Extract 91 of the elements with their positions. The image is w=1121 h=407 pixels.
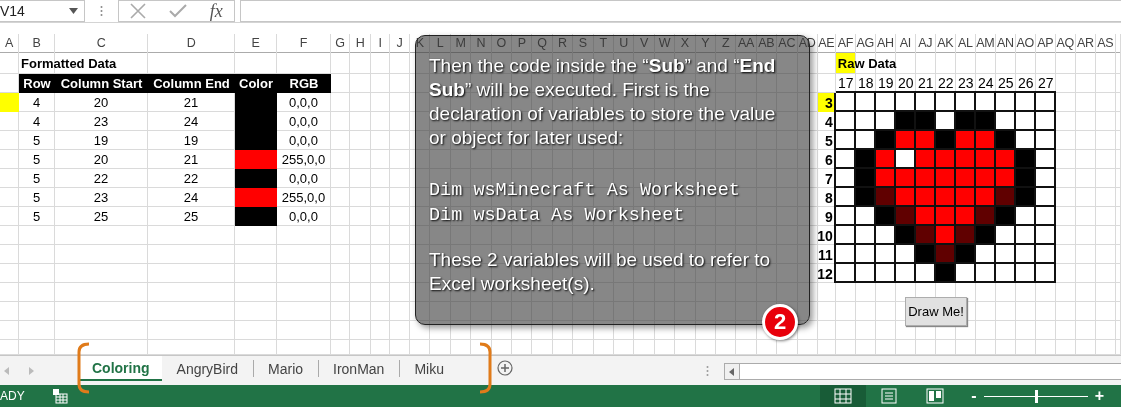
callout-text: Then the code inside the “Sub” and “End Sub” will be executed. First is the declaration of variables to store the value or object for later used: xyxy=(429,54,777,150)
table-cell-text: 20 xyxy=(92,93,110,111)
table-cell-text: 23 xyxy=(92,112,110,130)
table-cell-text: 255,0,0 xyxy=(280,188,327,206)
column-header[interactable]: AJ xyxy=(915,34,935,52)
table-cell-text: 0,0,0 xyxy=(288,93,319,111)
table-cell-text: 5 xyxy=(31,188,42,206)
column-header[interactable]: AM xyxy=(975,34,995,52)
column-header[interactable]: AN xyxy=(995,34,1015,52)
dropdown-icon[interactable] xyxy=(69,8,78,14)
code-line: Dim wsData As Worksheet xyxy=(429,204,686,228)
scroll-left-icon[interactable] xyxy=(729,367,735,376)
table-title: Formatted Data xyxy=(20,54,118,73)
column-header[interactable]: AS xyxy=(1095,34,1115,52)
column-header[interactable]: AO xyxy=(1015,34,1035,52)
page-icon xyxy=(880,388,899,404)
add-sheet-icon[interactable] xyxy=(496,360,513,376)
table-cell-text: 24 xyxy=(182,112,200,130)
table-cell-text: 21 xyxy=(182,150,200,168)
column-header[interactable]: AQ xyxy=(1055,34,1075,52)
column-heading: Column End xyxy=(148,74,235,93)
column-header[interactable]: AG xyxy=(855,34,875,52)
columns-icon xyxy=(926,388,945,404)
column-header[interactable]: AL xyxy=(955,34,975,52)
column-header[interactable]: F xyxy=(277,34,330,52)
grid-icon xyxy=(834,388,853,404)
column-heading: Color xyxy=(235,74,277,93)
table-cell-text: 255,0,0 xyxy=(280,150,327,168)
table-cell-text: 21 xyxy=(182,93,200,111)
column-header[interactable]: A xyxy=(0,34,18,52)
column-heading: Row xyxy=(19,74,55,93)
column-header[interactable]: AR xyxy=(1075,34,1095,52)
column-header[interactable]: I xyxy=(371,34,389,52)
grip-icon xyxy=(705,364,709,377)
column-header[interactable]: AH xyxy=(875,34,895,52)
column-heading: Column Start xyxy=(55,74,148,93)
table-cell-text: 23 xyxy=(92,188,110,206)
table-cell-text: 25 xyxy=(92,207,110,225)
column-header[interactable]: AF xyxy=(835,34,855,52)
sheet-tab[interactable]: Miku xyxy=(399,356,459,381)
table-cell-text: 0,0,0 xyxy=(288,169,319,187)
status-text: ADY xyxy=(0,389,26,403)
insert-function-button[interactable]: fx xyxy=(209,0,223,22)
name-box[interactable]: V14 xyxy=(0,0,85,22)
row-label: 3 xyxy=(817,93,836,112)
table-cell-text: 22 xyxy=(92,169,110,187)
code-line: Dim wsMinecraft As Worksheet xyxy=(429,179,741,203)
sheet-tab[interactable]: AngryBird xyxy=(161,356,253,381)
table-cell-text: 24 xyxy=(182,188,200,206)
column-header[interactable]: AK xyxy=(935,34,955,52)
draw-button[interactable]: Draw Me! xyxy=(905,297,967,326)
table-cell-text: 5 xyxy=(31,207,42,225)
table-cell-text: 0,0,0 xyxy=(288,112,319,130)
sheet-tab[interactable]: Mario xyxy=(253,356,319,381)
zoom-out-button[interactable]: - xyxy=(968,387,980,405)
column-header[interactable]: J xyxy=(390,34,409,52)
cell-reference: V14 xyxy=(0,3,25,19)
sheet-tab[interactable]: IronMan xyxy=(318,356,400,381)
zoom-in-button[interactable]: + xyxy=(1091,387,1107,405)
table-cell-text: 0,0,0 xyxy=(288,207,319,225)
column-header[interactable]: AP xyxy=(1035,34,1055,52)
table-cell-text: 22 xyxy=(182,169,200,187)
table-cell-text: 5 xyxy=(31,150,42,168)
horizontal-scrollbar[interactable] xyxy=(723,363,1121,380)
column-header[interactable]: AE xyxy=(817,34,835,52)
table-cell-text: 25 xyxy=(182,207,200,225)
column-header[interactable]: AI xyxy=(895,34,915,52)
column-heading: RGB xyxy=(277,74,331,93)
column-header[interactable]: B xyxy=(19,34,54,52)
bracket-mark xyxy=(75,342,91,394)
formula-input[interactable] xyxy=(240,0,1121,22)
table-cell-text: 4 xyxy=(31,93,42,111)
column-header[interactable]: D xyxy=(148,34,234,52)
column-header[interactable]: H xyxy=(350,34,370,52)
macro-record-icon[interactable] xyxy=(52,388,68,404)
table-cell-text: 4 xyxy=(31,112,42,130)
table-cell-text: 20 xyxy=(92,150,110,168)
table-cell-text: 19 xyxy=(182,131,200,149)
column-header[interactable]: C xyxy=(55,34,147,52)
table-cell-text: 19 xyxy=(92,131,110,149)
callout-text: These 2 variables will be used to refer to Excel worksheet(s). xyxy=(429,248,772,296)
column-header[interactable]: G xyxy=(331,34,349,52)
table-cell-text: 5 xyxy=(31,169,42,187)
view-button[interactable] xyxy=(820,385,867,407)
table-cell-text: 5 xyxy=(31,131,42,149)
sheet-tab[interactable]: Coloring xyxy=(80,356,162,381)
grip-icon xyxy=(100,5,103,17)
bracket-mark xyxy=(478,342,494,394)
check-icon[interactable] xyxy=(169,4,187,18)
table-cell-text: 0,0,0 xyxy=(288,131,319,149)
column-header[interactable]: E xyxy=(235,34,276,52)
